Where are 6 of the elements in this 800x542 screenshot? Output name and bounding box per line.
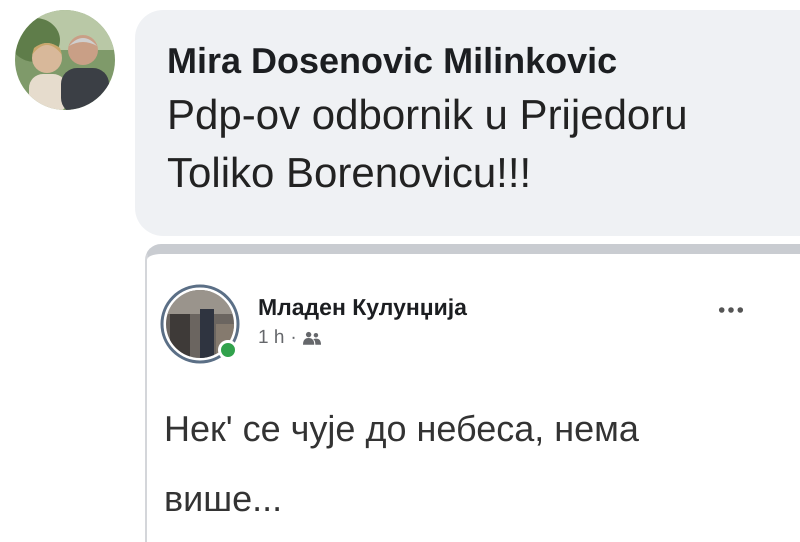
comment-text: Pdp-ov odbornik u Prijedoru Toliko Borenovicu!!! — [167, 90, 689, 198]
post-time[interactable]: 1 h — [258, 327, 284, 349]
comment-author[interactable]: Mira Dosenovic Milinkovic — [167, 40, 800, 82]
post-author[interactable]: Младен Кулунџија — [258, 294, 678, 321]
post-text: Нек' се чује до небеса, нема више... — [163, 407, 640, 521]
separator-dot: · — [290, 327, 297, 349]
